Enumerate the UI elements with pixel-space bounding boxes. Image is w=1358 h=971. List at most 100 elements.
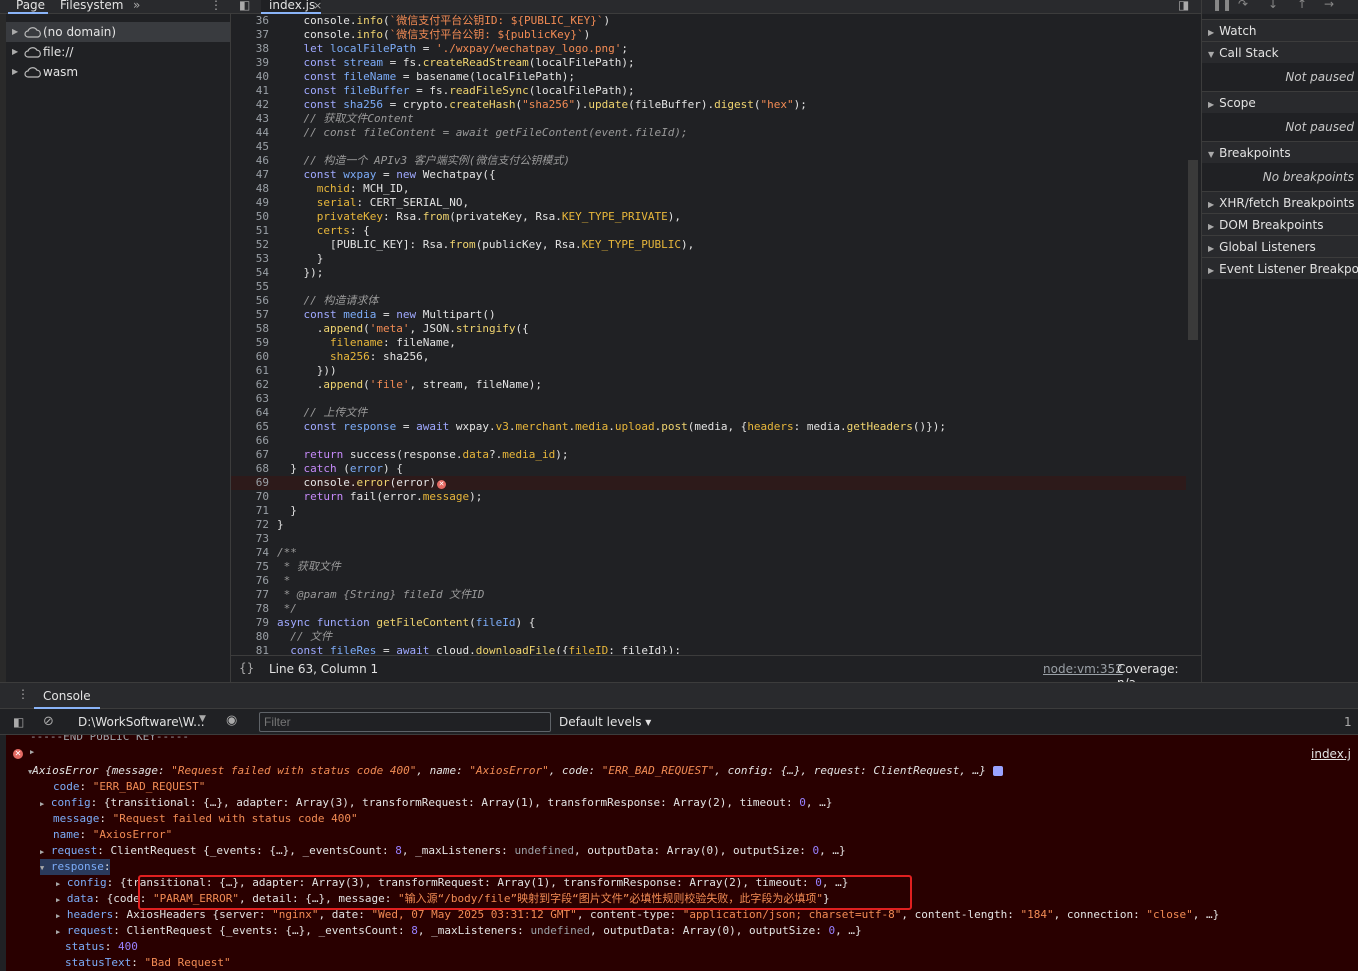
tab-console[interactable]: Console [34,683,100,709]
response-request[interactable]: ▶ request: ClientRequest {_events: {…}, … [56,923,862,939]
toggle-navigator-icon[interactable]: ◧ [239,0,250,12]
console-messages[interactable]: -----END PUBLIC KEY----- ▶ ✕ index.j ▼Ax… [0,735,1358,971]
line-number[interactable]: 49 [231,196,271,210]
issues-count[interactable]: 1 [1344,715,1352,729]
line-number-gutter[interactable]: 36 37 38 39 40 41 42 43 44 45 46 47 48 4… [231,14,271,654]
line-number[interactable]: 63 [231,392,271,406]
line-number[interactable]: 59 [231,336,271,350]
line-number[interactable]: 37 [231,28,271,42]
line-number[interactable]: 65 [231,420,271,434]
line-number[interactable]: 36 [231,14,271,28]
line-number[interactable]: 42 [231,98,271,112]
tab-index-js[interactable]: index.js [261,0,321,14]
context-selector[interactable]: D:\WorkSoftware\W... [78,715,205,729]
pretty-print-icon[interactable]: {} [239,661,254,675]
navigator-menu-icon[interactable]: ⋮ [210,0,222,14]
line-number[interactable]: 57 [231,308,271,322]
property-request[interactable]: ▶ request: ClientRequest {_events: {…}, … [40,843,846,859]
log-levels-dropdown[interactable]: Default levels ▾ [559,715,651,729]
section-dom-breakpoints[interactable]: ▶ DOM Breakpoints [1202,213,1358,235]
line-number[interactable]: 45 [231,140,271,154]
line-number[interactable]: 61 [231,364,271,378]
section-scope[interactable]: ▶ Scope [1202,91,1358,113]
console-source-link[interactable]: index.j [1311,747,1351,761]
section-global-listeners[interactable]: ▶ Global Listeners [1202,235,1358,257]
section-xhr-breakpoints[interactable]: ▶ XHR/fetch Breakpoints [1202,191,1358,213]
error-object-summary[interactable]: ▼AxiosError {message: "Request failed wi… [28,763,1003,779]
live-expression-eye-icon[interactable]: ◉ [226,713,237,728]
line-number[interactable]: 53 [231,252,271,266]
line-number[interactable]: 43 [231,112,271,126]
navigator-scrollbar[interactable] [0,14,6,682]
line-number[interactable]: 51 [231,224,271,238]
line-number[interactable]: 67 [231,448,271,462]
line-number[interactable]: 54 [231,266,271,280]
tab-filesystem[interactable]: Filesystem [60,0,123,14]
line-number[interactable]: 60 [231,350,271,364]
line-number[interactable]: 38 [231,42,271,56]
line-number[interactable]: 69 [231,476,271,490]
expand-arrow-icon[interactable]: ▶ [12,22,18,42]
line-number[interactable]: 56 [231,294,271,308]
line-number[interactable]: 68 [231,462,271,476]
filter-input[interactable] [259,712,551,732]
property-config[interactable]: ▶ config: {transitional: {…}, adapter: A… [40,795,832,811]
tree-item-no-domain[interactable]: ▶ (no domain) [6,22,230,42]
line-number[interactable]: 46 [231,154,271,168]
step-over-icon[interactable]: ↷ [1238,0,1248,11]
line-number[interactable]: 79 [231,616,271,630]
line-number[interactable]: 62 [231,378,271,392]
sidebar-toggle-icon[interactable]: ◧ [13,715,24,729]
step-out-icon[interactable]: ↑ [1297,0,1307,11]
line-number[interactable]: 52 [231,238,271,252]
chevron-down-icon[interactable]: ▼ [199,714,206,724]
step-into-icon[interactable]: ↓ [1268,0,1278,11]
close-tab-icon[interactable]: × [313,0,322,12]
tab-page[interactable]: Page [8,0,48,14]
line-number[interactable]: 74 [231,546,271,560]
toggle-debugger-icon[interactable]: ◨ [1178,0,1189,12]
line-number[interactable]: 48 [231,182,271,196]
line-number[interactable]: 70 [231,490,271,504]
tree-item-file[interactable]: ▶ file:// [6,42,230,62]
code-area[interactable]: console.info(`微信支付平台公钥ID: ${PUBLIC_KEY}`… [277,14,1191,654]
section-breakpoints[interactable]: ▼ Breakpoints [1202,141,1358,163]
expand-arrow-icon[interactable]: ▶ [12,42,18,62]
line-number[interactable]: 73 [231,532,271,546]
clear-console-icon[interactable]: ⊘ [43,714,54,729]
line-number[interactable]: 80 [231,630,271,644]
line-number[interactable]: 44 [231,126,271,140]
line-number[interactable]: 66 [231,434,271,448]
line-number[interactable]: 71 [231,504,271,518]
line-number[interactable]: 77 [231,588,271,602]
line-number[interactable]: 78 [231,602,271,616]
more-tabs-icon[interactable]: » [133,0,140,14]
line-number[interactable]: 50 [231,210,271,224]
line-number[interactable]: 58 [231,322,271,336]
line-number[interactable]: 41 [231,84,271,98]
line-number[interactable]: 81 [231,644,271,654]
line-number[interactable]: 75 [231,560,271,574]
tree-item-wasm[interactable]: ▶ wasm [6,62,230,82]
line-number[interactable]: 39 [231,56,271,70]
line-number[interactable]: 64 [231,406,271,420]
pause-icon[interactable]: ❚❚ [1212,0,1232,11]
line-number[interactable]: 47 [231,168,271,182]
drawer-menu-icon[interactable]: ⋮ [17,687,29,701]
line-number[interactable]: 72 [231,518,271,532]
line-number[interactable]: 55 [231,280,271,294]
line-number[interactable]: 76 [231,574,271,588]
code-line: // 上传文件 [277,406,368,419]
line-number[interactable]: 40 [231,70,271,84]
section-call-stack[interactable]: ▼ Call Stack [1202,41,1358,63]
section-event-listener-breakpoints[interactable]: ▶Event Listener Breakpoints [1202,257,1358,279]
step-icon[interactable]: → [1324,0,1334,11]
editor-scrollbar[interactable] [1188,160,1198,340]
source-link[interactable]: node:vm:352 [1043,662,1123,676]
error-marker-icon[interactable]: ✕ [437,480,446,489]
property-response[interactable]: ▼ response: [40,859,111,875]
console-line[interactable]: ▶ [30,743,34,759]
expand-arrow-icon[interactable]: ▶ [12,62,18,82]
section-watch[interactable]: ▶ Watch [1202,19,1358,41]
